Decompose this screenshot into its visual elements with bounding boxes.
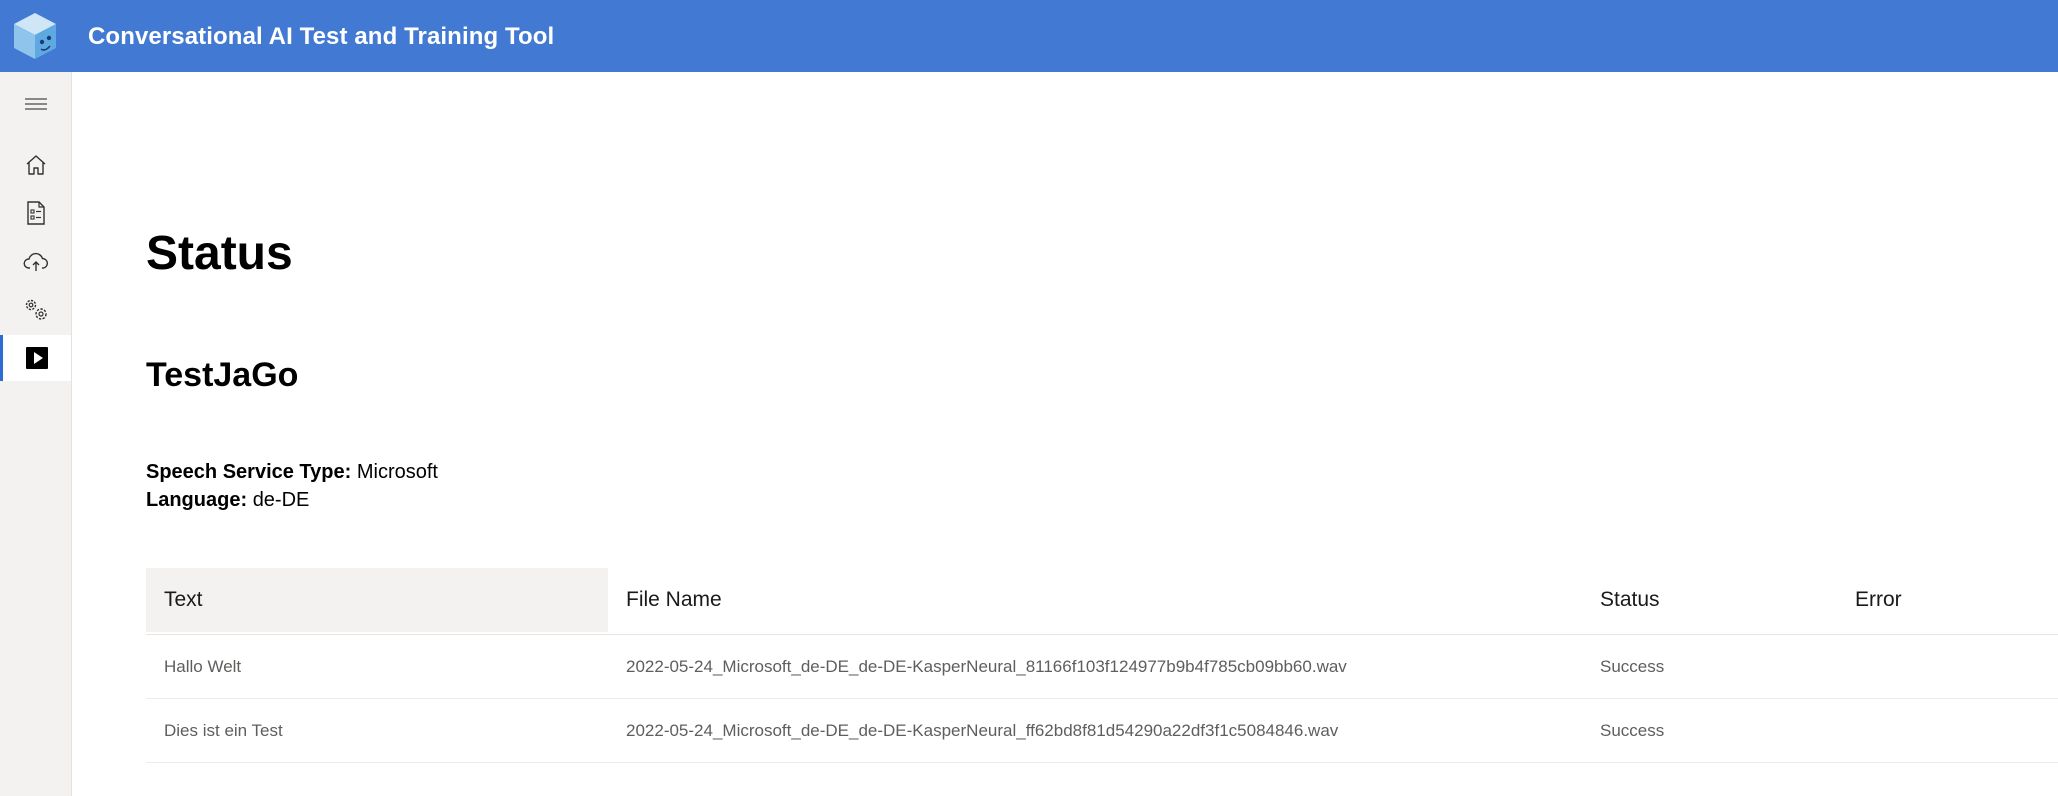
column-header-status[interactable]: Status <box>1600 568 1660 632</box>
column-header-error[interactable]: Error <box>1855 568 1902 632</box>
cell-text: Dies ist ein Test <box>164 721 283 740</box>
cell-status: Success <box>1600 721 1665 740</box>
sidebar <box>0 72 72 796</box>
speech-service-type-label: Speech Service Type: <box>146 461 352 483</box>
test-list-icon <box>26 201 45 225</box>
sidebar-item-run[interactable] <box>0 335 71 381</box>
app-title: Conversational AI Test and Training Tool <box>88 23 555 50</box>
table-row[interactable]: Dies ist ein Test 2022-05-24_Microsoft_d… <box>146 699 2058 763</box>
status-table: Text File Name Status Error Hallo Welt 2… <box>146 568 2058 763</box>
sidebar-item-home[interactable] <box>0 142 71 188</box>
test-name: TestJaGo <box>146 356 299 394</box>
main-content: Status TestJaGo Speech Service Type: Mic… <box>72 72 2058 796</box>
app-logo-icon <box>14 13 56 59</box>
sidebar-item-upload[interactable] <box>0 239 71 285</box>
column-header-text[interactable]: Text <box>146 568 608 632</box>
hamburger-menu-button[interactable] <box>0 81 71 127</box>
language-label: Language: <box>146 489 248 511</box>
cell-file-name: 2022-05-24_Microsoft_de-DE_de-DE-KasperN… <box>626 657 1347 676</box>
cell-status: Success <box>1600 657 1665 676</box>
sidebar-item-settings[interactable] <box>0 287 71 333</box>
cell-text: Hallo Welt <box>164 657 242 676</box>
home-icon <box>26 155 45 175</box>
sidebar-item-tests[interactable] <box>0 190 71 236</box>
speech-service-type: Speech Service Type: Microsoft <box>146 462 438 482</box>
table-row[interactable]: Hallo Welt 2022-05-24_Microsoft_de-DE_de… <box>146 635 2058 699</box>
page-title: Status <box>146 227 293 280</box>
language: Language: de-DE <box>146 490 309 510</box>
table-header: Text File Name Status Error <box>146 568 2058 635</box>
language-value: de-DE <box>252 489 310 511</box>
speech-service-type-value: Microsoft <box>356 461 438 483</box>
column-header-file-name[interactable]: File Name <box>626 568 722 632</box>
cell-file-name: 2022-05-24_Microsoft_de-DE_de-DE-KasperN… <box>626 721 1339 740</box>
play-icon <box>26 347 48 369</box>
settings-icon <box>25 299 47 320</box>
hamburger-menu-icon <box>24 98 47 110</box>
cloud-upload-icon <box>23 252 48 271</box>
app-header: Conversational AI Test and Training Tool <box>0 0 2058 72</box>
